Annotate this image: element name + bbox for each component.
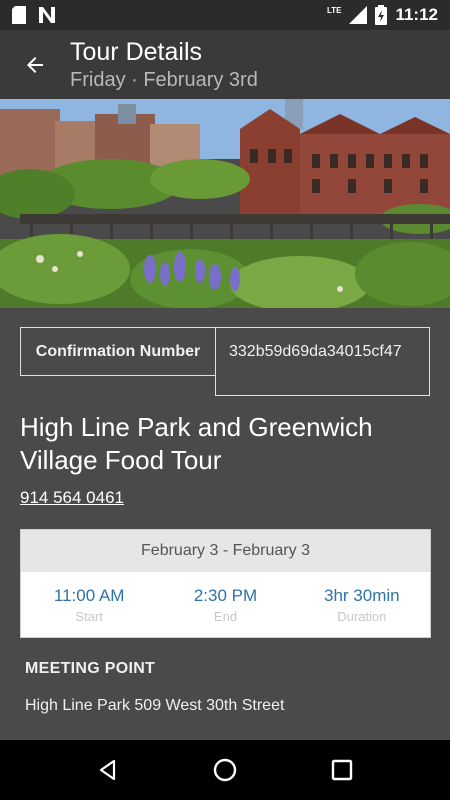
- page-title: Tour Details: [70, 37, 202, 66]
- status-time: 11:12: [395, 5, 438, 24]
- duration-value: 3hr 30min: [324, 586, 400, 605]
- navigation-bar: [0, 740, 450, 800]
- nav-home-button[interactable]: [200, 745, 250, 795]
- date-range: February 3 - February 3: [21, 530, 430, 572]
- status-right: LTE 11:12: [327, 5, 438, 25]
- confirmation-number-label: Confirmation Number: [20, 327, 216, 376]
- start-label: Start: [75, 609, 103, 624]
- recents-square-icon: [331, 759, 352, 781]
- meeting-point-address: High Line Park 509 West 30th Street: [25, 697, 285, 714]
- page-subtitle: Friday · February 3rd: [70, 68, 258, 91]
- confirmation-number-value: 332b59d69da34015cf47: [215, 327, 430, 396]
- duration-column: 3hr 30min Duration: [294, 572, 430, 639]
- back-triangle-icon: [100, 759, 116, 781]
- arrow-left-icon: [27, 56, 43, 73]
- app-bar-titles: Tour Details Friday · February 3rd: [70, 37, 258, 93]
- sim-card-icon: [12, 6, 26, 24]
- back-button[interactable]: [0, 30, 70, 99]
- start-column: 11:00 AM Start: [21, 572, 157, 639]
- status-bar: LTE 11:12: [0, 0, 450, 30]
- tour-title: High Line Park and Greenwich Village Foo…: [20, 412, 373, 475]
- status-left: [12, 6, 56, 24]
- end-column: 2:30 PM End: [157, 572, 293, 639]
- phone-link[interactable]: 914 564 0461: [20, 488, 124, 508]
- end-time: 2:30 PM: [193, 586, 258, 605]
- app-bar: Tour Details Friday · February 3rd: [0, 30, 450, 99]
- home-circle-icon: [213, 758, 237, 782]
- park-photo: [0, 99, 450, 308]
- meeting-point-heading: MEETING POINT: [25, 660, 156, 677]
- signal-icon: [349, 6, 368, 24]
- end-label: End: [213, 609, 238, 624]
- nav-back-button[interactable]: [83, 745, 133, 795]
- start-time: 11:00 AM: [53, 586, 125, 605]
- notification-n-icon: [39, 7, 55, 23]
- date-card: February 3 - February 3 11:00 AM Start 2…: [20, 529, 431, 638]
- nav-recents-button[interactable]: [317, 745, 367, 795]
- battery-icon: [375, 5, 388, 25]
- duration-label: Duration: [337, 609, 387, 624]
- network-type: LTE: [326, 5, 342, 15]
- time-columns: 11:00 AM Start 2:30 PM End 3hr 30min Dur…: [21, 572, 430, 639]
